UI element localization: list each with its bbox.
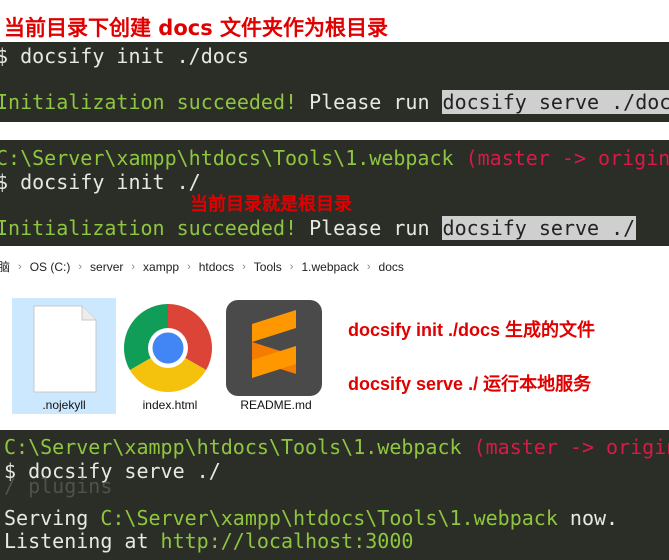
note-init: docsify init ./docs 生成的文件 [348, 320, 596, 340]
terminal-prompt-line: C:\Server\xampp\htdocs\Tools\1.webpack (… [4, 435, 669, 459]
file-name: README.md [240, 398, 312, 412]
chevron-right-icon: › [131, 260, 136, 273]
highlighted-command: docsify serve ./docs [441, 90, 669, 114]
file-item-nojekyll[interactable]: .nojekyll [12, 298, 116, 414]
sublime-text-icon [226, 300, 322, 396]
serving-suffix: now. [557, 506, 619, 530]
caption-middle: 当前目录就是根目录 [190, 194, 352, 215]
chevron-right-icon: › [78, 260, 83, 273]
file-item-index-html[interactable]: index.html [118, 298, 222, 414]
breadcrumb-item[interactable]: docs [379, 260, 404, 274]
terminal-command-line: $ docsify init ./docs [0, 44, 249, 68]
terminal-command-line: $ docsify init ./ [0, 170, 201, 194]
breadcrumb-item[interactable]: 1.webpack [301, 260, 358, 274]
terminal-output-line: Initialization succeeded! Please run doc… [0, 216, 637, 240]
listening-label: Listening at [4, 529, 161, 553]
breadcrumb-item[interactable]: htdocs [199, 260, 234, 274]
chevron-right-icon: › [366, 260, 371, 273]
breadcrumb-item[interactable]: 脑 [0, 258, 10, 275]
success-message: Initialization succeeded! [0, 216, 298, 240]
chevron-right-icon: › [187, 260, 191, 273]
please-run-text: Please run [297, 90, 442, 114]
breadcrumb-item[interactable]: server [90, 260, 123, 274]
breadcrumb-item[interactable]: xampp [143, 260, 179, 274]
serving-label: Serving [4, 506, 101, 530]
terminal-prompt-line: C:\Server\xampp\htdocs\Tools\1.webpack (… [0, 146, 669, 170]
breadcrumb: 脑 › OS (C:) › server › xampp › htdocs › Tools › 1.we… [0, 258, 669, 280]
highlighted-command: docsify serve ./ [441, 216, 637, 240]
ghost-text: / plugins [4, 474, 113, 498]
git-branch: (master -> origin) [453, 146, 669, 170]
serving-line: Serving C:\Server\xampp\htdocs\Tools\1.w… [4, 506, 618, 530]
command-text: $ docsify init ./docs [0, 44, 249, 68]
chevron-right-icon: › [18, 260, 22, 273]
command-text: $ docsify init ./ [0, 170, 201, 194]
prompt-path: C:\Server\xampp\htdocs\Tools\1.webpack [0, 146, 454, 170]
chevron-right-icon: › [289, 260, 294, 273]
serving-path: C:\Server\xampp\htdocs\Tools\1.webpack [100, 506, 558, 530]
file-name: .nojekyll [42, 398, 86, 412]
localhost-link[interactable]: http://localhost:3000 [161, 529, 414, 553]
listening-line: Listening at http://localhost:3000 [4, 529, 413, 553]
chrome-icon [124, 304, 212, 392]
caption-top: 当前目录下创建 docs 文件夹作为根目录 [4, 16, 389, 40]
please-run-text: Please run [297, 216, 442, 240]
note-serve: docsify serve ./ 运行本地服务 [348, 374, 592, 394]
success-message: Initialization succeeded! [0, 90, 298, 114]
terminal-panel-1: $ docsify init ./docs Initialization suc… [0, 42, 669, 122]
file-name: index.html [142, 398, 198, 412]
terminal-panel-3: C:\Server\xampp\htdocs\Tools\1.webpack (… [0, 430, 669, 560]
prompt-path: C:\Server\xampp\htdocs\Tools\1.webpack [4, 435, 462, 459]
git-branch: (master -> origin) [461, 435, 669, 459]
breadcrumb-item[interactable]: Tools [254, 260, 282, 274]
chevron-right-icon: › [242, 260, 246, 273]
blank-file-icon [33, 305, 97, 393]
file-item-readme[interactable]: README.md [224, 298, 328, 414]
terminal-output-line: Initialization succeeded! Please run doc… [0, 90, 669, 114]
breadcrumb-item[interactable]: OS (C:) [30, 260, 71, 274]
